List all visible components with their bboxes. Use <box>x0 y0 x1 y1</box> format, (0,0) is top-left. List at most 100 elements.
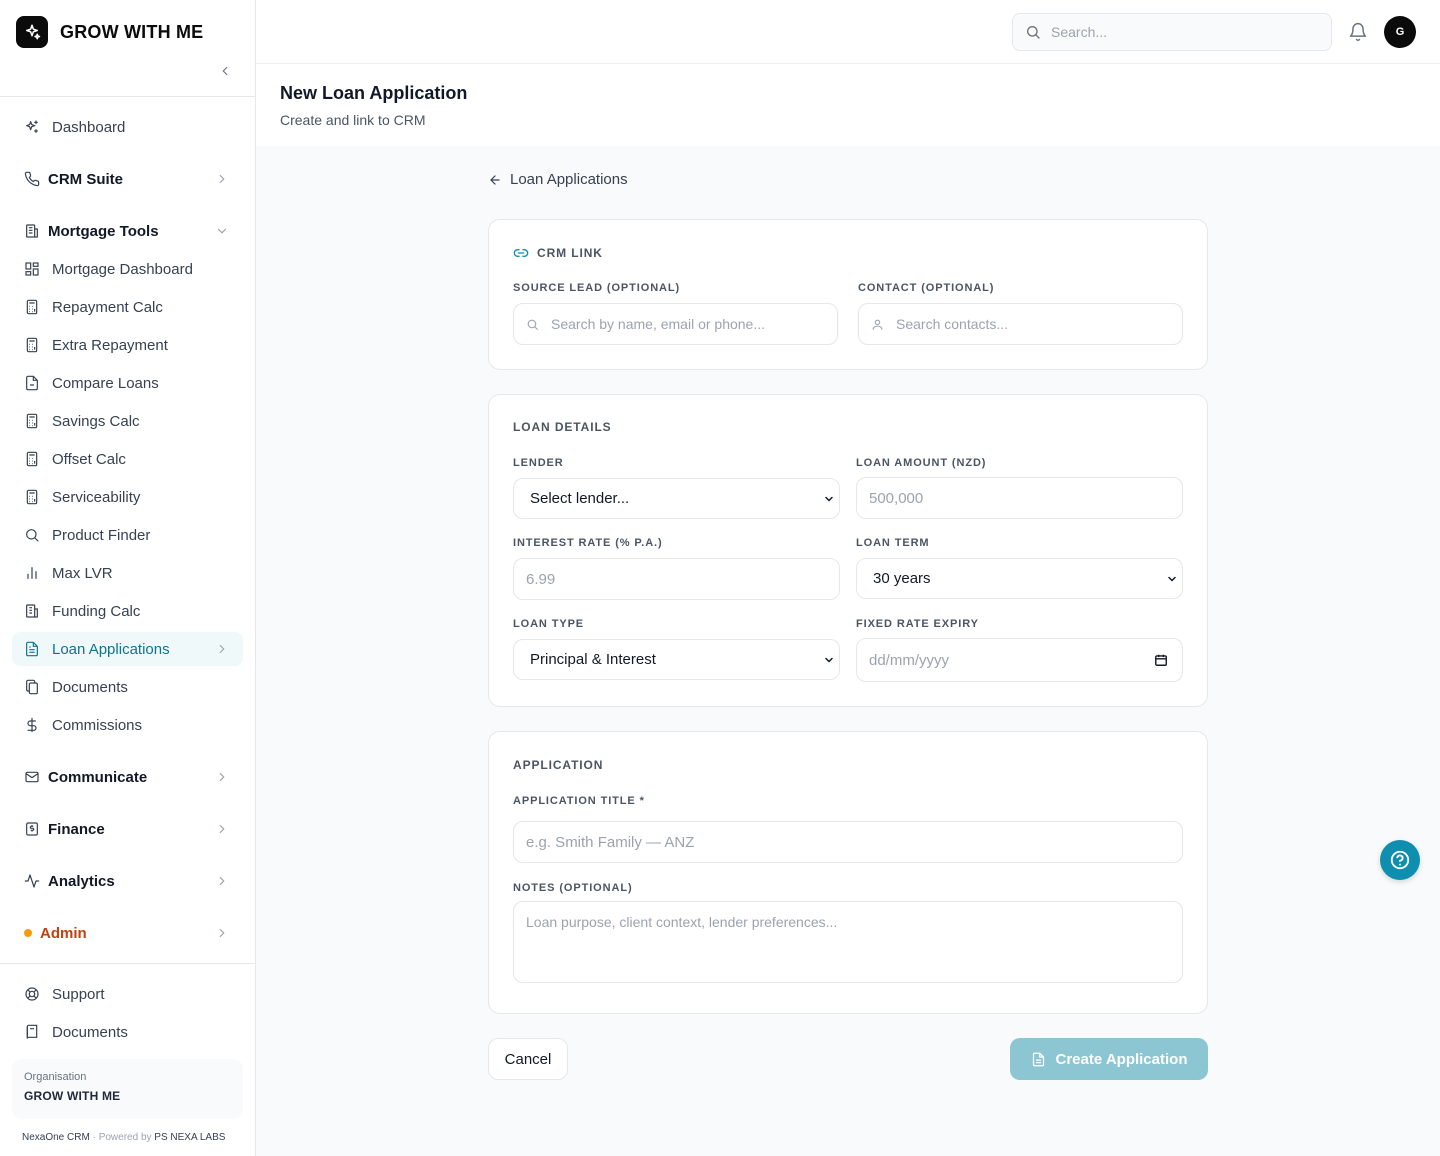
sidebar-group-communicate[interactable]: Communicate <box>12 760 243 794</box>
calculator-icon <box>24 337 40 353</box>
sidebar-item-savings-calc[interactable]: Savings Calc <box>12 404 243 438</box>
loan-term-select[interactable]: 30 years <box>856 558 1183 599</box>
sidebar-item-label: Savings Calc <box>52 412 140 430</box>
phone-icon <box>24 171 40 187</box>
sidebar-item-loan-applications[interactable]: Loan Applications <box>12 632 243 666</box>
sidebar-item-serviceability[interactable]: Serviceability <box>12 480 243 514</box>
book-icon <box>24 1024 40 1040</box>
chevron-right-icon <box>219 772 225 782</box>
sidebar-item-label: Compare Loans <box>52 374 159 392</box>
user-icon <box>872 319 883 330</box>
sidebar-item-offset-calc[interactable]: Offset Calc <box>12 442 243 476</box>
brand[interactable]: GROW WITH ME <box>16 16 203 48</box>
sidebar-group-crm-suite[interactable]: CRM Suite <box>12 162 243 196</box>
sidebar-group-label: Finance <box>48 820 105 838</box>
lender-label: LENDER <box>513 457 564 469</box>
sidebar-divider <box>0 963 255 964</box>
application-card: APPLICATION APPLICATION TITLE * NOTES (O… <box>488 731 1208 1014</box>
sidebar-item-label: Serviceability <box>52 488 141 506</box>
file-text-icon <box>24 641 40 657</box>
sidebar-item-compare-loans[interactable]: Compare Loans <box>12 366 243 400</box>
source-lead-field[interactable] <box>513 303 838 345</box>
global-search[interactable] <box>1012 13 1332 51</box>
notes-textarea[interactable] <box>513 901 1183 983</box>
notifications-bell-icon[interactable] <box>1348 22 1368 42</box>
building-icon <box>24 603 40 619</box>
sidebar-item-product-finder[interactable]: Product Finder <box>12 518 243 552</box>
file-text-icon <box>1032 1052 1044 1066</box>
activity-icon <box>24 873 40 889</box>
powered-by: NexaOne CRM · Powered by PS NEXA LABS <box>22 1132 225 1143</box>
loan-details-card: LOAN DETAILS LENDER Select lender... LOA… <box>488 394 1208 707</box>
loan-amount-input[interactable] <box>856 477 1183 519</box>
sidebar-item-support[interactable]: Support <box>12 977 243 1011</box>
chevron-left-icon <box>222 66 228 76</box>
back-to-loan-applications-link[interactable]: Loan Applications <box>488 171 628 188</box>
building-icon <box>24 223 40 239</box>
sidebar-group-mortgage-tools[interactable]: Mortgage Tools <box>12 214 243 248</box>
sidebar-item-label: Dashboard <box>52 118 126 136</box>
sidebar-group-label: Mortgage Tools <box>48 222 159 240</box>
page-subtitle: Create and link to CRM <box>280 112 426 128</box>
sidebar-group-label: Analytics <box>48 872 115 890</box>
bar-chart-icon <box>24 565 40 581</box>
sidebar-item-dashboard[interactable]: Dashboard <box>12 110 243 144</box>
global-search-input[interactable] <box>1051 24 1311 40</box>
cancel-button[interactable]: Cancel <box>488 1038 568 1080</box>
loan-type-select[interactable]: Principal & Interest <box>513 639 840 680</box>
sidebar-divider <box>0 96 255 97</box>
sidebar-item-label: Max LVR <box>52 564 113 582</box>
create-application-button[interactable]: Create Application <box>1010 1038 1208 1080</box>
contact-input[interactable] <box>896 316 1156 332</box>
brand-name: GROW WITH ME <box>60 21 204 42</box>
sidebar-item-repayment-calc[interactable]: Repayment Calc <box>12 290 243 324</box>
application-title-input[interactable] <box>513 821 1183 863</box>
organisation-card[interactable]: Organisation GROW WITH ME <box>12 1059 243 1119</box>
sidebar-item-label: Documents <box>52 678 128 696</box>
grid-icon <box>24 261 40 277</box>
sidebar-group-label: Communicate <box>48 768 148 786</box>
user-avatar[interactable]: G <box>1384 16 1416 48</box>
dollar-icon <box>24 717 40 733</box>
powered-separator: · <box>89 1132 99 1143</box>
sidebar-item-label: Documents <box>52 1023 128 1041</box>
interest-rate-input[interactable] <box>513 558 840 600</box>
sidebar-item-label: Extra Repayment <box>52 336 168 354</box>
mail-icon <box>24 769 40 785</box>
org-name: GROW WITH ME <box>24 1089 121 1103</box>
sidebar-item-documents[interactable]: Documents <box>12 670 243 704</box>
loan-term-label: LOAN TERM <box>856 537 930 549</box>
chevron-right-icon <box>219 824 225 834</box>
help-button[interactable] <box>1380 840 1420 880</box>
crm-link-title: CRM LINK <box>513 245 603 261</box>
sidebar-item-label: Repayment Calc <box>52 298 163 316</box>
receipt-icon <box>24 821 40 837</box>
sidebar-item-funding-calc[interactable]: Funding Calc <box>12 594 243 628</box>
source-lead-label: SOURCE LEAD (OPTIONAL) <box>513 282 681 294</box>
loan-amount-label: LOAN AMOUNT (NZD) <box>856 457 987 469</box>
sidebar-item-max-lvr[interactable]: Max LVR <box>12 556 243 590</box>
contact-field[interactable] <box>858 303 1183 345</box>
crm-link-title-text: CRM LINK <box>537 246 603 260</box>
sidebar-item-label: Support <box>52 985 105 1003</box>
source-lead-input[interactable] <box>551 316 811 332</box>
collapse-sidebar-button[interactable] <box>214 60 236 82</box>
calculator-icon <box>24 451 40 467</box>
crm-link-card: CRM LINK SOURCE LEAD (OPTIONAL) CONTACT … <box>488 219 1208 370</box>
sidebar-item-mortgage-dashboard[interactable]: Mortgage Dashboard <box>12 252 243 286</box>
sidebar-item-label: Commissions <box>52 716 143 734</box>
sidebar-item-documents-footer[interactable]: Documents <box>12 1015 243 1049</box>
calendar-icon[interactable] <box>1154 653 1168 667</box>
sidebar-group-admin[interactable]: Admin <box>12 916 243 950</box>
sidebar-item-extra-repayment[interactable]: Extra Repayment <box>12 328 243 362</box>
arrow-left-icon <box>490 174 500 185</box>
fixed-rate-expiry-input[interactable] <box>856 638 1183 682</box>
sidebar-group-finance[interactable]: Finance <box>12 812 243 846</box>
lender-select[interactable]: Select lender... <box>513 478 840 519</box>
sidebar-group-label: CRM Suite <box>48 170 123 188</box>
chevron-down-icon <box>217 228 227 234</box>
sidebar-item-label: Product Finder <box>52 526 151 544</box>
link-icon <box>513 249 529 257</box>
sidebar-group-analytics[interactable]: Analytics <box>12 864 243 898</box>
sidebar-item-commissions[interactable]: Commissions <box>12 708 243 742</box>
